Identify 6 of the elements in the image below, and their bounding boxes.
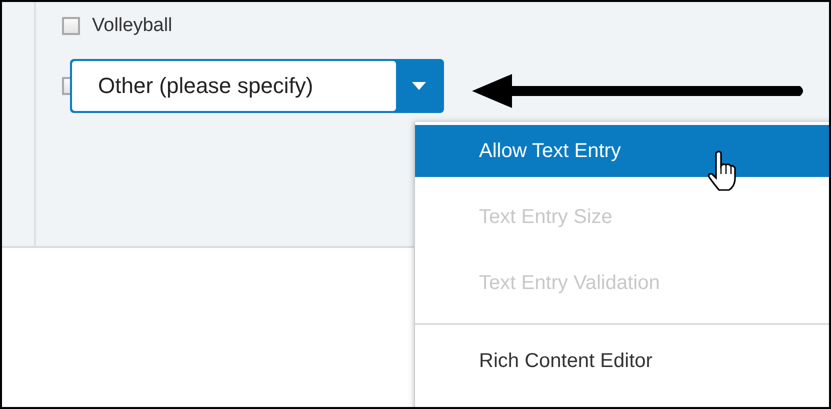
choice-label: Volleyball — [92, 14, 172, 38]
checkbox[interactable] — [62, 76, 70, 94]
checkbox[interactable] — [62, 17, 80, 36]
hand-cursor-icon — [707, 150, 739, 192]
choice-text-field[interactable]: Other (please specify) — [70, 58, 444, 112]
caret-icon — [412, 82, 426, 90]
